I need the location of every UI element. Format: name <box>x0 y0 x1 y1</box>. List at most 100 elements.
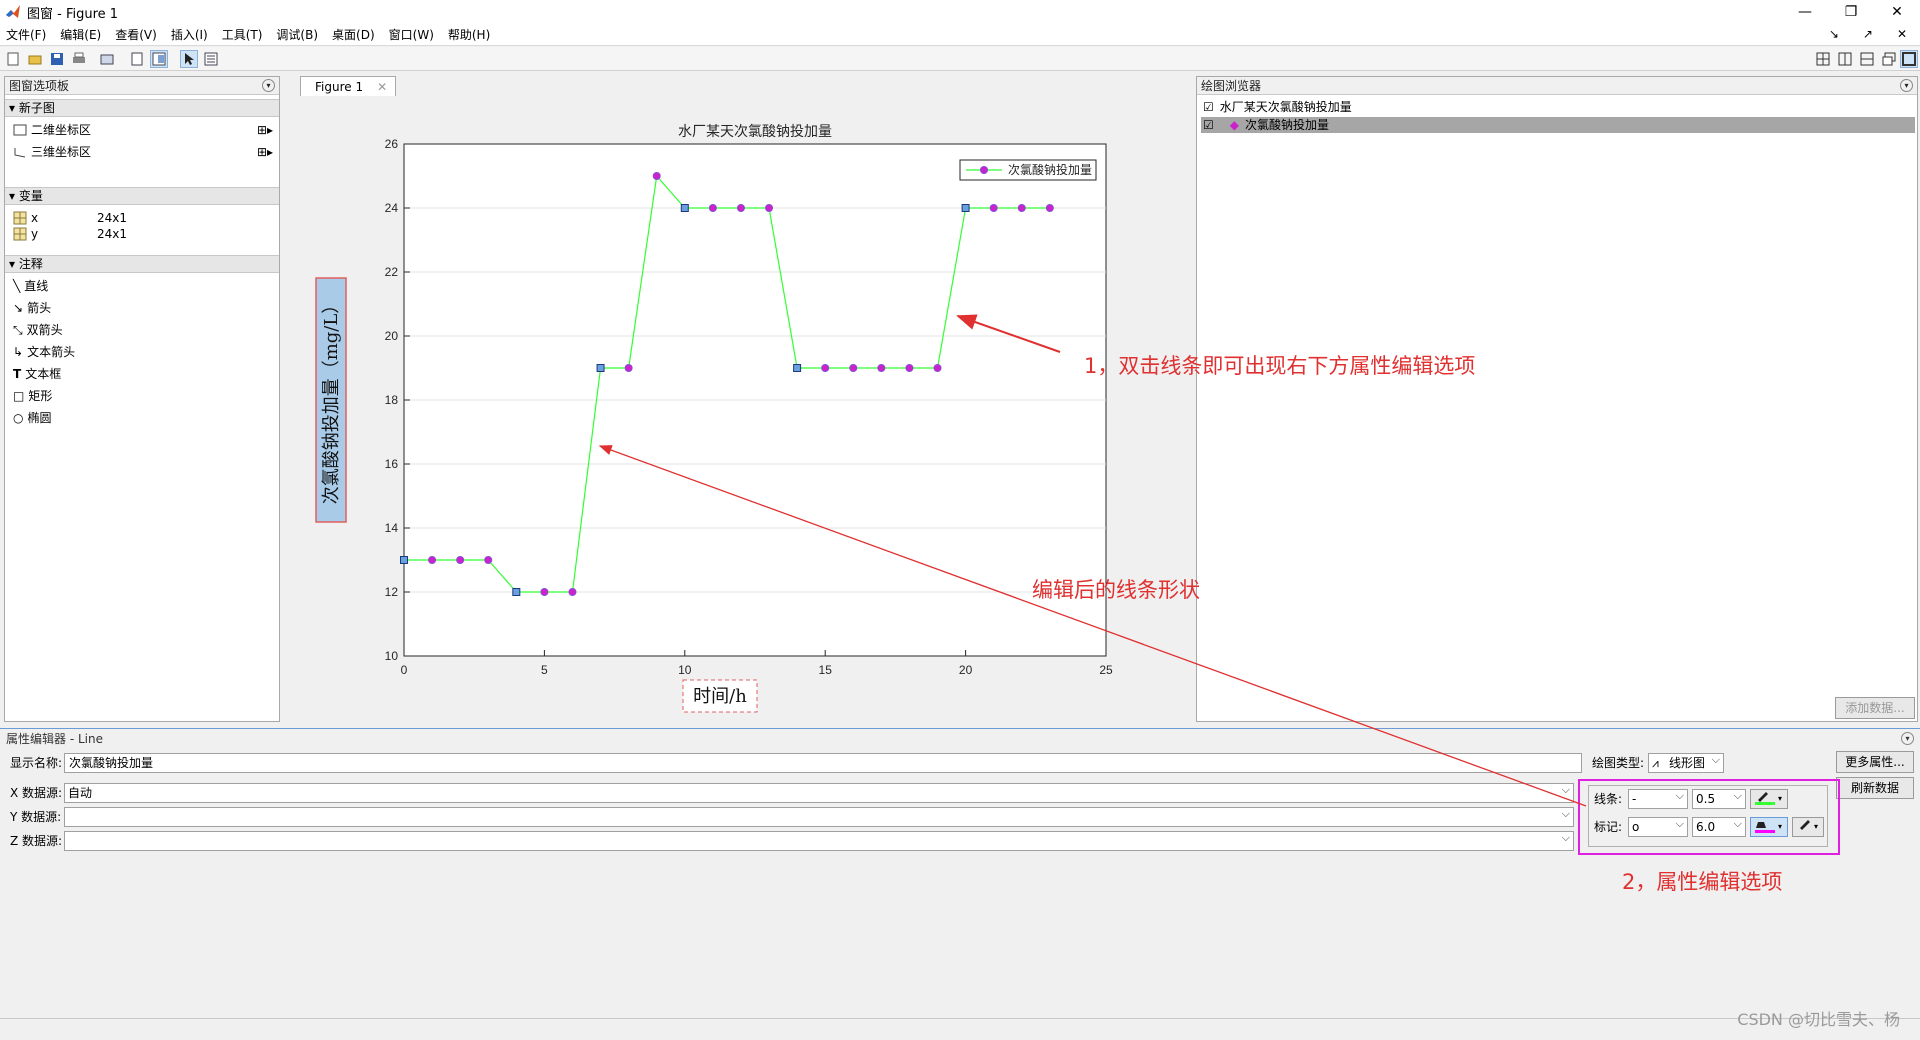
layout-maximize-button[interactable] <box>1900 50 1918 68</box>
marker-style-select[interactable]: o <box>1628 815 1688 837</box>
dock-icon[interactable]: ↗ <box>1856 27 1880 41</box>
line-color-button[interactable]: ▾ <box>1750 789 1788 809</box>
line-style-select[interactable]: - <box>1628 787 1688 809</box>
section-variables[interactable]: ▾ 变量 <box>5 187 279 205</box>
menu-tools[interactable]: 工具(T) <box>215 26 270 43</box>
layout-grid-button[interactable] <box>1814 50 1832 68</box>
menu-close-icon[interactable]: ✕ <box>1890 27 1914 41</box>
data-point <box>1017 204 1026 212</box>
plot-browser-item-axes-label: 水厂某天次氯酸钠投加量 <box>1219 100 1352 114</box>
menu-help[interactable]: 帮助(H) <box>441 26 497 43</box>
data-point <box>596 364 605 372</box>
save-icon <box>51 53 63 65</box>
grid-3d-icon[interactable]: ⊞▸ <box>257 145 273 159</box>
menu-debug[interactable]: 调试(B) <box>269 26 325 43</box>
y-source-select[interactable] <box>64 805 1574 827</box>
data-point <box>428 556 437 564</box>
data-point <box>877 364 886 372</box>
section-new-subplot[interactable]: ▾ 新子图 <box>5 99 279 117</box>
data-point <box>680 204 689 212</box>
minimize-button[interactable]: — <box>1782 0 1828 24</box>
paint-bucket-icon: ▾ <box>1755 822 1782 833</box>
tab-figure-1[interactable]: Figure 1 ✕ <box>300 76 396 96</box>
checkbox-line[interactable]: ☑ <box>1203 117 1214 133</box>
property-editor-menu-icon[interactable]: ▾ <box>1901 732 1914 745</box>
menu-window[interactable]: 窗口(W) <box>382 26 441 43</box>
close-button[interactable]: ✕ <box>1874 0 1920 24</box>
layout-float-button[interactable] <box>1880 50 1898 68</box>
rectangle-icon: □ <box>13 389 25 403</box>
annotation-arrow[interactable]: ↘ 箭头 <box>13 299 51 317</box>
layout-columns-button[interactable] <box>1836 50 1854 68</box>
annotation-text-arrow[interactable]: ↳ 文本箭头 <box>13 343 75 361</box>
link-plot-button[interactable] <box>98 50 116 68</box>
menu-view[interactable]: 查看(V) <box>108 26 164 43</box>
palette-title: 图窗选项板 <box>9 79 70 93</box>
annotation-double-arrow[interactable]: ⤡ 双箭头 <box>13 321 63 339</box>
z-source-select[interactable] <box>64 829 1574 851</box>
line-width-select[interactable]: 0.5 <box>1692 787 1746 809</box>
section-annotations[interactable]: ▾ 注释 <box>5 255 279 273</box>
add-data-button[interactable]: 添加数据... <box>1835 697 1915 719</box>
display-name-input[interactable]: 次氯酸钠投加量 <box>64 753 1582 773</box>
legend-marker-sample <box>980 166 988 174</box>
insert-legend-button[interactable] <box>202 50 220 68</box>
layout-rows-button[interactable] <box>1858 50 1876 68</box>
x-source-select[interactable]: 自动 <box>64 781 1574 803</box>
axes-3d-icon <box>14 148 26 158</box>
save-button[interactable] <box>48 50 66 68</box>
tab-close-icon[interactable]: ✕ <box>377 80 387 94</box>
edit-plot-button[interactable] <box>180 50 198 68</box>
pointer-icon <box>185 53 194 65</box>
palette-item-3d-axes[interactable]: 三维坐标区 <box>13 143 91 161</box>
textbox-icon: T <box>13 367 22 381</box>
open-button[interactable] <box>26 50 44 68</box>
line-plot-icon: ⩘ <box>1652 756 1659 770</box>
undock-icon[interactable]: ↘ <box>1822 27 1846 41</box>
annotation-rectangle[interactable]: □ 矩形 <box>13 387 52 405</box>
checkbox-axes[interactable]: ☑ <box>1203 99 1214 115</box>
menu-edit[interactable]: 编辑(E) <box>53 26 108 43</box>
marker-size-select[interactable]: 6.0 <box>1692 815 1746 837</box>
variable-array-icon <box>13 227 27 241</box>
menu-file[interactable]: 文件(F) <box>0 26 53 43</box>
annotation-line[interactable]: ╲ 直线 <box>13 277 48 295</box>
annotation-property-options: 2，属性编辑选项 <box>1622 870 1783 894</box>
svg-text:▾: ▾ <box>1814 822 1818 831</box>
marker-face-color-button[interactable]: ▾ <box>1750 817 1788 837</box>
data-point <box>484 556 493 564</box>
marker-label: 标记: <box>1594 820 1623 834</box>
data-point <box>624 364 633 372</box>
more-properties-button[interactable]: 更多属性... <box>1836 751 1914 773</box>
data-point <box>652 172 661 180</box>
y-tick-label: 26 <box>385 137 399 151</box>
palette-item-2d-axes[interactable]: 二维坐标区 <box>13 121 91 139</box>
menu-insert[interactable]: 插入(I) <box>164 26 215 43</box>
display-name-label: 显示名称: <box>10 756 63 770</box>
x-tick-label: 0 <box>401 663 408 677</box>
new-figure-button[interactable] <box>4 50 22 68</box>
plot-browser-item-line[interactable]: ☑ ◆ 次氯酸钠投加量 <box>1201 117 1915 133</box>
title-bar: 图窗 - Figure 1 — ❐ ✕ <box>0 0 1920 24</box>
variable-array-icon <box>13 211 27 225</box>
show-tools-button[interactable] <box>150 50 168 68</box>
matlab-figure-window: 图窗 - Figure 1 — ❐ ✕ 文件(F) 编辑(E) 查看(V) 插入… <box>0 0 1920 1040</box>
palette-menu-icon[interactable]: ▾ <box>262 79 275 92</box>
x-tick-label: 5 <box>541 663 548 677</box>
menu-desktop[interactable]: 桌面(D) <box>325 26 382 43</box>
data-point <box>933 364 942 372</box>
print-button[interactable] <box>70 50 88 68</box>
annotation-textbox[interactable]: T 文本框 <box>13 365 61 383</box>
variable-row[interactable]: y 24x1 <box>13 225 127 243</box>
chart-svg[interactable]: 10 12 14 16 18 20 22 24 26 0 5 10 15 20 25 水厂某天次氯酸钠投加量时… <box>286 96 1194 724</box>
refresh-data-button[interactable]: 刷新数据 <box>1836 777 1914 799</box>
plot-browser-item-axes[interactable]: ☑ 水厂某天次氯酸钠投加量 <box>1203 99 1352 115</box>
marker-edge-color-button[interactable]: ▾ <box>1792 817 1824 837</box>
plot-type-select[interactable]: ⩘ 线形图 <box>1648 751 1724 773</box>
annotation-ellipse[interactable]: ○ 椭圆 <box>13 409 52 427</box>
plot-browser-menu-icon[interactable]: ▾ <box>1900 79 1913 92</box>
restore-button[interactable]: ❐ <box>1828 0 1874 24</box>
data-point <box>568 588 577 596</box>
grid-2d-icon[interactable]: ⊞▸ <box>257 123 273 137</box>
hide-tools-button[interactable] <box>128 50 146 68</box>
